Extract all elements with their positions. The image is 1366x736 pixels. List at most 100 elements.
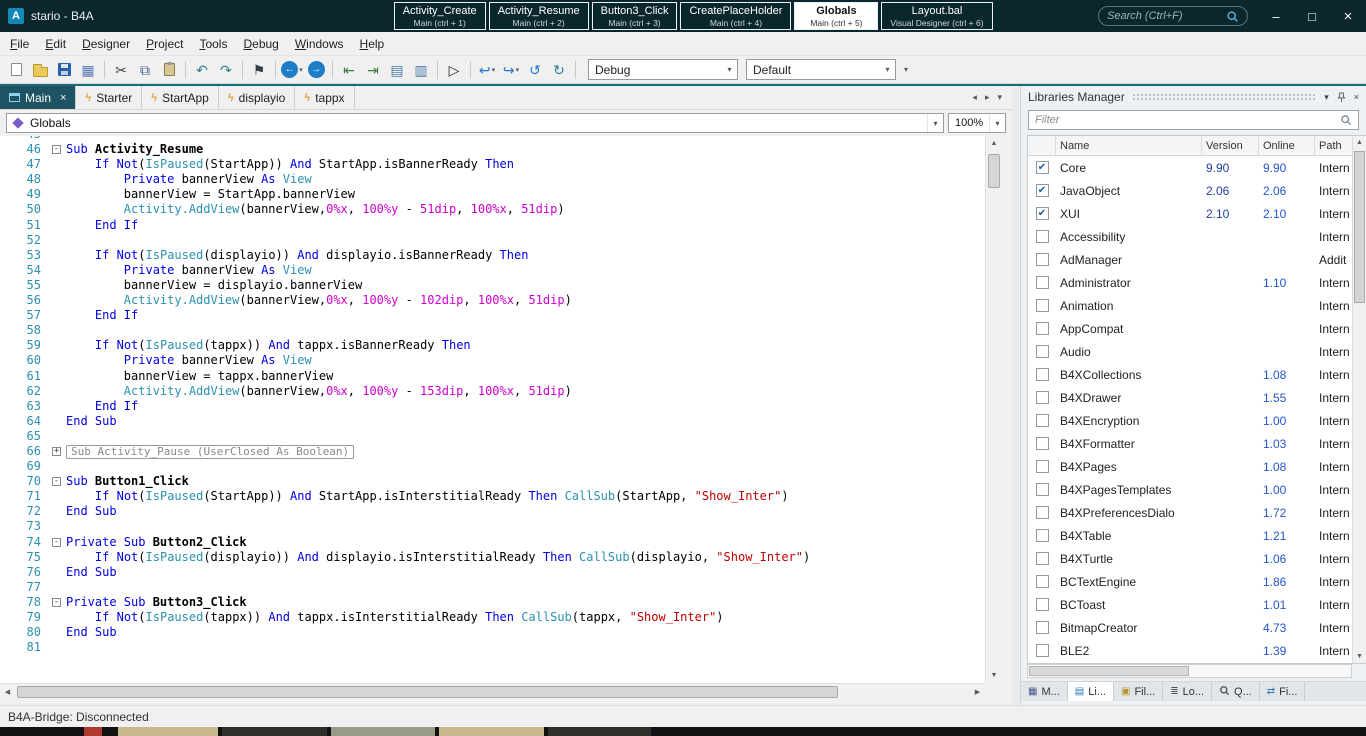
navigate-forward-icon[interactable]: →	[305, 59, 327, 81]
table-row[interactable]: Audio Intern	[1028, 340, 1366, 363]
panel-tab-fi[interactable]: ⇄ Fi...	[1260, 682, 1306, 701]
code-text[interactable]: If Not(IsPaused(StartApp)) And StartApp.…	[66, 489, 985, 504]
code-text[interactable]: Private Sub Button3_Click	[66, 595, 985, 610]
menu-windows[interactable]: Windows	[287, 34, 352, 54]
library-checkbox[interactable]: ✔	[1035, 184, 1049, 197]
library-checkbox[interactable]	[1035, 414, 1049, 427]
panel-grip[interactable]	[1131, 93, 1318, 101]
paste-icon[interactable]	[158, 59, 180, 81]
code-text[interactable]	[66, 640, 985, 655]
library-checkbox[interactable]	[1035, 230, 1049, 243]
menu-tools[interactable]: Tools	[191, 34, 235, 54]
code-text[interactable]: bannerView = tappx.bannerView	[66, 369, 985, 384]
panel-tab-fil[interactable]: ▣ Fil...	[1114, 682, 1164, 701]
code-text[interactable]: Activity.AddView(bannerView,0%x, 100%y -…	[66, 384, 985, 399]
fold-marker[interactable]: -	[52, 597, 61, 607]
code-editor[interactable]: 4546-Sub Activity_Resume47 If Not(IsPaus…	[0, 136, 1002, 700]
save-icon[interactable]	[53, 59, 75, 81]
horizontal-scroll-track[interactable]	[15, 684, 970, 700]
menu-debug[interactable]: Debug	[235, 34, 286, 54]
table-row[interactable]: B4XPages 1.08 Intern	[1028, 455, 1366, 478]
code-text[interactable]	[66, 429, 985, 444]
collapsed-sub[interactable]: Sub Activity_Pause (UserClosed As Boolea…	[66, 444, 355, 459]
scroll-down-icon[interactable]: ▼	[986, 668, 1002, 683]
taskbar-item[interactable]	[222, 727, 327, 736]
taskbar-item[interactable]	[118, 727, 218, 736]
table-row[interactable]: B4XDrawer 1.55 Intern	[1028, 386, 1366, 409]
table-row[interactable]: B4XPagesTemplates 1.00 Intern	[1028, 478, 1366, 501]
scope-combobox[interactable]: Globals ▾	[6, 113, 944, 133]
tab-scroll-right-icon[interactable]: ▸	[985, 92, 990, 103]
library-checkbox[interactable]	[1035, 391, 1049, 404]
table-row[interactable]: BCToast 1.01 Intern	[1028, 593, 1366, 616]
library-checkbox[interactable]	[1035, 460, 1049, 473]
library-checkbox[interactable]	[1035, 253, 1049, 266]
code-text[interactable]: Private Sub Button2_Click	[66, 535, 985, 550]
cut-icon[interactable]: ✂	[110, 59, 132, 81]
table-row[interactable]: B4XEncryption 1.00 Intern	[1028, 409, 1366, 432]
titlebar-shortcut[interactable]: Globals Main (ctrl + 5)	[794, 2, 879, 30]
tab-scroll-left-icon[interactable]: ◂	[972, 92, 977, 103]
bookmark-icon[interactable]: ⚑	[248, 59, 270, 81]
editor-horizontal-scrollbar[interactable]: ◀ ▶	[0, 683, 985, 700]
table-row[interactable]: B4XCollections 1.08 Intern	[1028, 363, 1366, 386]
panel-splitter[interactable]	[1012, 86, 1020, 705]
menu-edit[interactable]: Edit	[37, 34, 74, 54]
code-text[interactable]: Sub Activity_Resume	[66, 142, 985, 157]
redo-icon[interactable]: ↷	[215, 59, 237, 81]
code-text[interactable]	[66, 519, 985, 534]
indent-icon[interactable]: ⇥	[362, 59, 384, 81]
zoom-combobox[interactable]: 100% ▾	[948, 113, 1006, 133]
titlebar-shortcut[interactable]: Layout.bal Visual Designer (ctrl + 6)	[881, 2, 993, 30]
titlebar-shortcut[interactable]: Button3_Click Main (ctrl + 3)	[591, 2, 678, 30]
vertical-scroll-thumb[interactable]	[988, 154, 1000, 188]
search-input[interactable]: Search (Ctrl+F)	[1098, 6, 1248, 26]
comment-icon[interactable]: ▤	[386, 59, 408, 81]
library-checkbox[interactable]	[1035, 299, 1049, 312]
vertical-scroll-thumb[interactable]	[1354, 151, 1365, 303]
code-text[interactable]: Sub Button1_Click	[66, 474, 985, 489]
scroll-right-icon[interactable]: ▶	[970, 684, 985, 701]
library-checkbox[interactable]	[1035, 506, 1049, 519]
outdent-icon[interactable]: ⇤	[338, 59, 360, 81]
code-text[interactable]: End If	[66, 399, 985, 414]
panel-tab-lo[interactable]: ≣ Lo...	[1163, 682, 1213, 701]
taskbar-item[interactable]	[548, 727, 651, 736]
horizontal-scroll-thumb[interactable]	[17, 686, 839, 698]
panel-vertical-scrollbar[interactable]: ▲ ▼	[1352, 136, 1366, 663]
table-row[interactable]: Administrator 1.10 Intern	[1028, 271, 1366, 294]
fold-marker[interactable]: +	[52, 446, 61, 456]
code-text[interactable]: End Sub	[66, 414, 985, 429]
pin-icon[interactable]	[1336, 91, 1347, 103]
maximize-button[interactable]: □	[1294, 0, 1330, 32]
table-row[interactable]: Animation Intern	[1028, 294, 1366, 317]
code-text[interactable]: Private bannerView As View	[66, 353, 985, 368]
panel-tab-m[interactable]: ▦ M...	[1021, 682, 1068, 701]
library-checkbox[interactable]: ✔	[1035, 161, 1049, 174]
library-checkbox[interactable]	[1035, 322, 1049, 335]
debug-mode-combobox[interactable]: Debug ▾	[588, 59, 738, 80]
library-checkbox[interactable]	[1035, 621, 1049, 634]
uncomment-icon[interactable]: ▥	[410, 59, 432, 81]
library-checkbox[interactable]	[1035, 368, 1049, 381]
fold-marker[interactable]: -	[52, 537, 61, 547]
undo-icon[interactable]: ↶	[191, 59, 213, 81]
header-version[interactable]: Version	[1202, 136, 1259, 155]
close-panel-icon[interactable]: ×	[1354, 92, 1359, 102]
fold-marker[interactable]: -	[52, 477, 61, 487]
tab-close-icon[interactable]: ×	[60, 92, 66, 104]
tab-startapp[interactable]: ϟ StartApp	[142, 86, 219, 109]
titlebar-shortcut[interactable]: Activity_Resume Main (ctrl + 2)	[488, 2, 589, 30]
run-icon[interactable]: ▷	[443, 59, 465, 81]
library-checkbox[interactable]	[1035, 644, 1049, 657]
table-row[interactable]: B4XPreferencesDialo 1.72 Intern	[1028, 501, 1366, 524]
open-folder-icon[interactable]	[29, 59, 51, 81]
table-row[interactable]: ✔ Core 9.90 9.90 Intern	[1028, 156, 1366, 179]
window-position-icon[interactable]: ▾	[1324, 92, 1329, 103]
tab-starter[interactable]: ϟ Starter	[76, 86, 143, 109]
code-text[interactable]: If Not(IsPaused(displayio)) And displayi…	[66, 248, 985, 263]
table-row[interactable]: B4XTurtle 1.06 Intern	[1028, 547, 1366, 570]
header-online[interactable]: Online	[1259, 136, 1315, 155]
code-text[interactable]	[66, 233, 985, 248]
library-checkbox[interactable]	[1035, 437, 1049, 450]
